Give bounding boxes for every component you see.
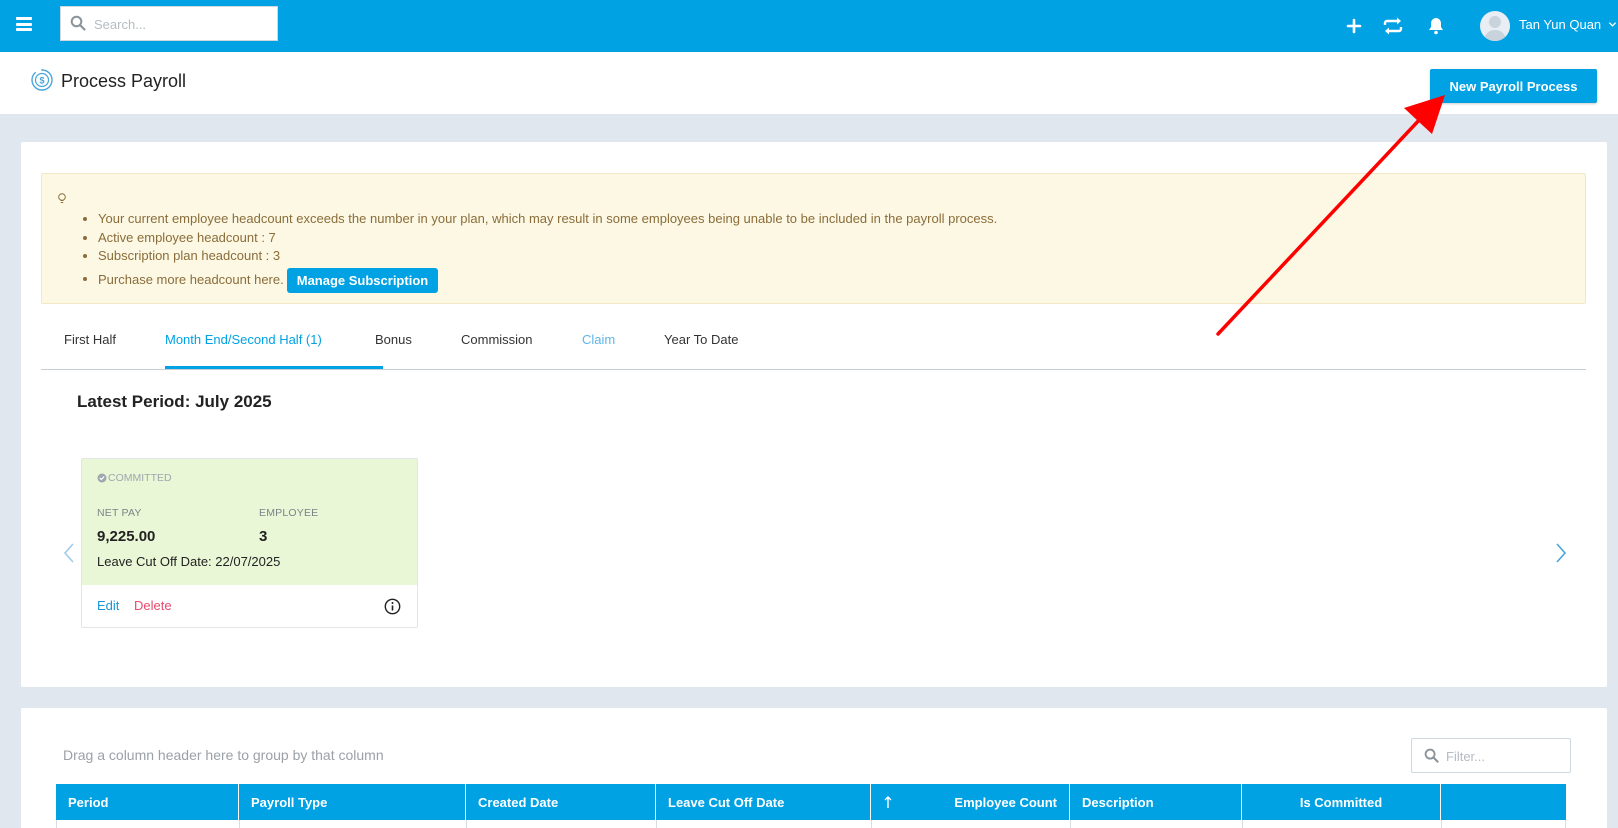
latest-period-heading: Latest Period: July 2025 xyxy=(77,392,272,411)
column-header-label: Created Date xyxy=(478,794,559,810)
alert-item: Subscription plan headcount : 3 xyxy=(98,247,997,266)
column-header-employee-count[interactable]: Employee Count xyxy=(871,784,1070,820)
lightbulb-icon xyxy=(58,193,66,203)
payroll-panel: Your current employee headcount exceeds … xyxy=(21,142,1607,687)
alert-item: Active employee headcount : 7 xyxy=(98,229,997,248)
column-header-label: Payroll Type xyxy=(251,794,328,810)
edit-link[interactable]: Edit xyxy=(97,598,119,613)
column-header-label: Description xyxy=(1082,794,1154,810)
tab-bonus[interactable]: Bonus xyxy=(375,332,412,347)
svg-text:$: $ xyxy=(39,76,44,86)
column-header-payroll-type[interactable]: Payroll Type xyxy=(239,784,466,820)
payroll-grid-panel: Drag a column header here to group by th… xyxy=(21,708,1607,828)
page-title: Process Payroll xyxy=(61,71,187,91)
tab-commission[interactable]: Commission xyxy=(461,332,533,347)
tab-year-to-date[interactable]: Year To Date xyxy=(664,332,738,347)
column-header-label: Employee Count xyxy=(954,794,1057,810)
delete-link[interactable]: Delete xyxy=(134,598,172,613)
column-header-period[interactable]: Period xyxy=(56,784,239,820)
chevron-left-icon[interactable] xyxy=(62,542,76,564)
committed-badge: COMMITTED xyxy=(97,472,172,484)
user-avatar[interactable] xyxy=(1480,11,1510,41)
tab-claim[interactable]: Claim xyxy=(582,332,615,347)
bell-icon[interactable] xyxy=(1424,14,1448,38)
top-navbar: Tan Yun Quan xyxy=(0,0,1618,52)
plus-icon[interactable] xyxy=(1342,14,1366,38)
cell-divider xyxy=(871,820,872,828)
payroll-cycle-icon: $ xyxy=(31,69,53,91)
cell-divider xyxy=(1441,820,1442,828)
switch-icon[interactable] xyxy=(1381,14,1405,38)
grid-header-row: Period Payroll Type Created Date Leave C… xyxy=(56,784,1566,820)
search-icon xyxy=(1424,748,1439,763)
tab-month-end[interactable]: Month End/Second Half (1) xyxy=(165,332,322,347)
column-header-leave-cutoff-date[interactable]: Leave Cut Off Date xyxy=(656,784,871,820)
page-header: $ Process Payroll New Payroll Process xyxy=(0,52,1618,114)
group-by-hint: Drag a column header here to group by th… xyxy=(63,747,384,763)
period-card-summary: COMMITTED NET PAY EMPLOYEE 9,225.00 3 Le… xyxy=(82,459,417,585)
chevron-down-icon[interactable] xyxy=(1608,20,1617,29)
sort-ascending-icon[interactable] xyxy=(883,795,893,809)
check-circle-icon xyxy=(97,473,107,483)
alert-item-purchase: Purchase more headcount here.Manage Subs… xyxy=(98,267,997,293)
info-icon[interactable] xyxy=(384,598,401,615)
column-header-label: Leave Cut Off Date xyxy=(668,794,785,810)
column-header-is-committed[interactable]: Is Committed xyxy=(1242,784,1441,820)
net-pay-label: NET PAY xyxy=(97,507,142,519)
leave-cutoff-date: Leave Cut Off Date: 22/07/2025 xyxy=(97,554,281,569)
alert-item: Your current employee headcount exceeds … xyxy=(98,210,997,229)
period-card: COMMITTED NET PAY EMPLOYEE 9,225.00 3 Le… xyxy=(81,458,418,628)
status-label: COMMITTED xyxy=(108,472,172,484)
alert-item: Purchase more headcount here. xyxy=(98,271,284,287)
active-tab-indicator xyxy=(165,366,383,369)
employee-label: EMPLOYEE xyxy=(259,507,319,519)
cell-divider xyxy=(1242,820,1243,828)
user-name[interactable]: Tan Yun Quan xyxy=(1519,17,1601,32)
column-header-description[interactable]: Description xyxy=(1070,784,1242,820)
manage-subscription-button[interactable]: Manage Subscription xyxy=(286,267,439,293)
column-header-created-date[interactable]: Created Date xyxy=(466,784,656,820)
search-icon xyxy=(70,15,86,31)
alert-list: Your current employee headcount exceeds … xyxy=(98,210,997,293)
chevron-right-icon[interactable] xyxy=(1554,542,1568,564)
headcount-alert: Your current employee headcount exceeds … xyxy=(41,173,1586,304)
cell-divider xyxy=(239,820,240,828)
global-search[interactable] xyxy=(60,6,278,41)
column-header-label: Period xyxy=(68,794,109,810)
column-header-label: Is Committed xyxy=(1299,794,1383,810)
cell-divider xyxy=(466,820,467,828)
column-header-actions xyxy=(1441,784,1566,820)
tab-first-half[interactable]: First Half xyxy=(64,332,116,347)
new-payroll-button[interactable]: New Payroll Process xyxy=(1430,69,1597,103)
table-row[interactable] xyxy=(56,820,1566,828)
search-input[interactable] xyxy=(94,13,269,35)
grid-filter[interactable] xyxy=(1411,738,1571,773)
payroll-type-tabs: First Half Month End/Second Half (1) Bon… xyxy=(41,314,1586,370)
cell-divider xyxy=(656,820,657,828)
filter-input[interactable] xyxy=(1446,746,1564,766)
hamburger-menu-icon[interactable] xyxy=(16,17,32,31)
employee-count-value: 3 xyxy=(259,528,268,545)
net-pay-value: 9,225.00 xyxy=(97,528,156,545)
cell-divider xyxy=(1070,820,1071,828)
